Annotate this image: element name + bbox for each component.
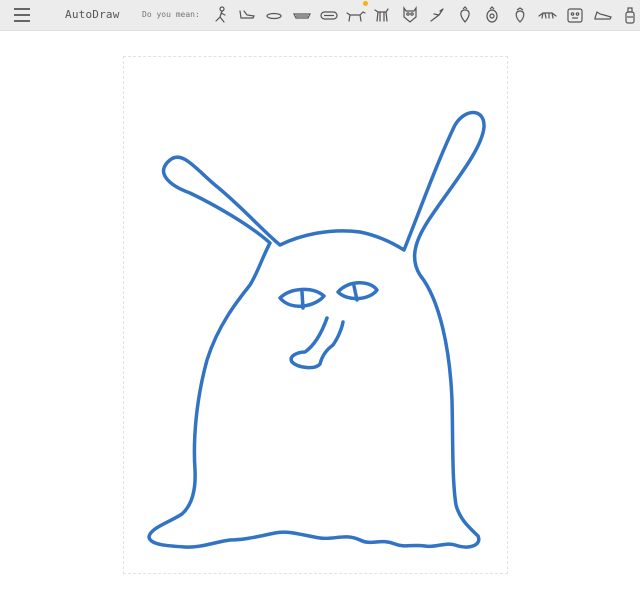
top-toolbar: AutoDraw Do you mean: xyxy=(0,0,640,31)
suggestion-strawberry-icon[interactable] xyxy=(453,3,477,27)
suggestion-dish-icon[interactable] xyxy=(290,3,314,27)
suggestion-pineapple-icon[interactable] xyxy=(480,3,504,27)
suggestion-dog-icon[interactable] xyxy=(344,1,368,27)
suggestion-cat-face-icon[interactable] xyxy=(563,3,587,27)
suggestion-horse-icon[interactable] xyxy=(370,3,394,27)
hamburger-menu-icon[interactable] xyxy=(14,7,32,23)
app-title: AutoDraw xyxy=(65,8,120,21)
suggestion-sneaker-icon[interactable] xyxy=(591,3,615,27)
suggestion-owl-icon[interactable] xyxy=(398,3,422,27)
suggestion-highlight-dot xyxy=(363,1,368,6)
suggestion-bread-icon[interactable] xyxy=(317,3,341,27)
suggestion-rabbit-icon[interactable] xyxy=(536,3,560,27)
suggestion-plant-icon[interactable] xyxy=(425,3,449,27)
suggestion-berry-icon[interactable] xyxy=(508,3,532,27)
suggestion-label: Do you mean: xyxy=(142,10,200,19)
suggestion-oval-icon[interactable] xyxy=(262,3,286,27)
suggestion-bottle-icon[interactable] xyxy=(618,3,640,27)
suggestion-shoe-icon[interactable] xyxy=(235,3,259,27)
suggestion-figure-icon[interactable] xyxy=(210,3,234,27)
artboard-boundary xyxy=(123,56,508,574)
